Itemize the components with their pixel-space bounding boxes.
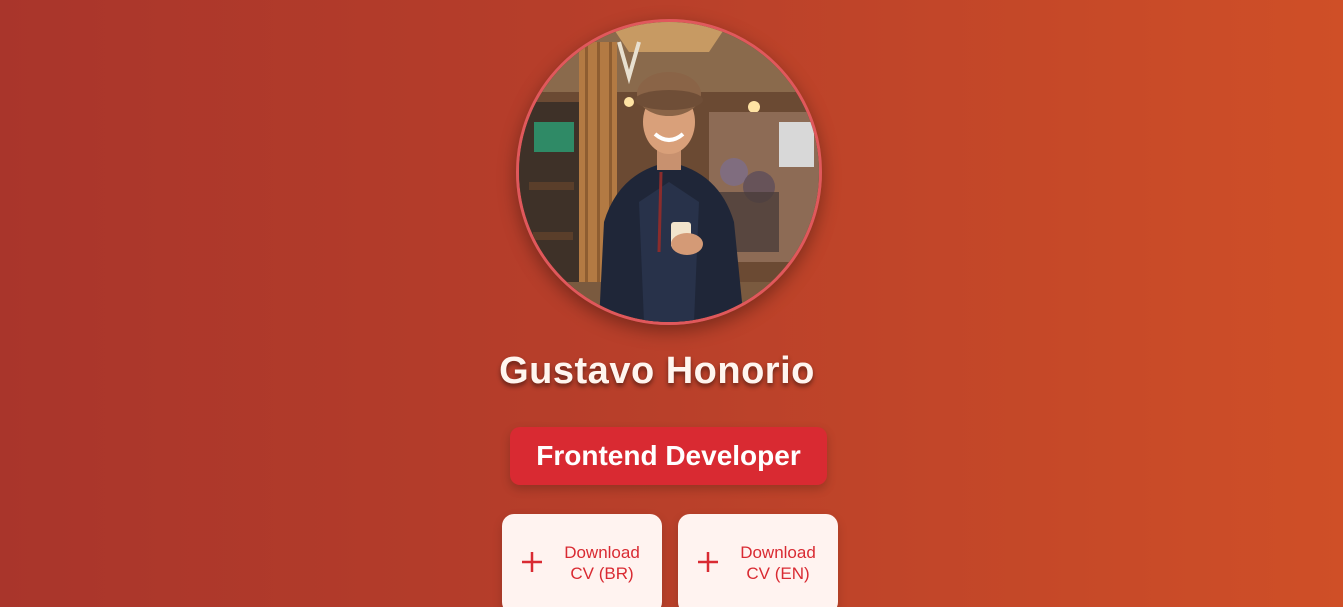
download-cv-en-line2: CV (EN) bbox=[746, 564, 810, 583]
download-cv-br-line2: CV (BR) bbox=[570, 564, 634, 583]
download-cv-br-button[interactable]: Download CV (BR) bbox=[502, 514, 662, 607]
download-cv-en-line1: Download bbox=[740, 543, 816, 562]
download-cv-br-line1: Download bbox=[564, 543, 640, 562]
download-cv-br-label: Download CV (BR) bbox=[554, 542, 650, 584]
download-cv-en-button[interactable]: Download CV (EN) bbox=[678, 514, 838, 607]
profile-photo bbox=[519, 22, 819, 322]
profile-name: Gustavo Honorio bbox=[499, 350, 815, 392]
profile-avatar bbox=[516, 19, 822, 325]
download-cv-en-label: Download CV (EN) bbox=[730, 542, 826, 584]
plus-icon bbox=[698, 552, 718, 572]
plus-icon bbox=[522, 552, 542, 572]
role-badge: Frontend Developer bbox=[510, 427, 827, 485]
